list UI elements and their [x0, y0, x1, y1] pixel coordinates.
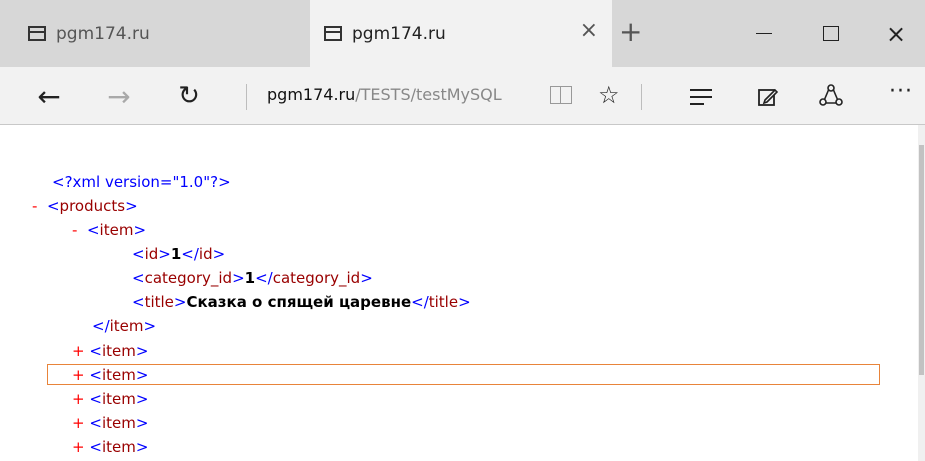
xml-item-close: </item>: [92, 317, 157, 335]
xml-field-id: <id>1</id>: [132, 245, 226, 263]
expand-marker: +: [72, 438, 85, 456]
xml-root-open: - <products>: [32, 197, 138, 215]
web-note-icon[interactable]: [757, 86, 779, 112]
tab-title: pgm174.ru: [56, 23, 150, 44]
hover-highlight: [47, 364, 880, 385]
tab-page-icon: [28, 26, 46, 41]
minimize-button[interactable]: [734, 0, 794, 67]
maximize-button[interactable]: [801, 0, 861, 67]
xml-field-category-id: <category_id>1</category_id>: [132, 269, 373, 287]
address-host: pgm174.ru: [267, 85, 356, 104]
expand-marker: +: [72, 366, 85, 384]
refresh-button[interactable]: ↻: [164, 67, 214, 125]
address-bar[interactable]: pgm174.ru/TESTS/testMySQL: [267, 85, 502, 104]
favorite-star-icon[interactable]: ☆: [598, 81, 620, 109]
expand-marker: +: [72, 390, 85, 408]
expand-marker: +: [72, 342, 85, 360]
scrollbar-thumb[interactable]: [919, 145, 924, 375]
minimize-icon: [756, 33, 772, 34]
xml-field-title: <title>Сказка о спящей царевне</title>: [132, 293, 471, 311]
new-tab-button[interactable]: +: [619, 18, 642, 46]
close-window-button[interactable]: ×: [866, 0, 925, 67]
navigation-bar: ← → ↻ pgm174.ru/TESTS/testMySQL ☆ ···: [0, 67, 925, 125]
xml-collapsed-item[interactable]: + <item>: [72, 366, 148, 385]
tab-inactive[interactable]: pgm174.ru: [0, 0, 310, 67]
xml-item-open: - <item>: [72, 221, 147, 239]
divider: [246, 84, 247, 110]
divider: [641, 84, 642, 110]
forward-button[interactable]: →: [94, 67, 144, 125]
collapse-marker[interactable]: -: [32, 197, 37, 215]
back-button[interactable]: ←: [24, 67, 74, 125]
xml-declaration: <?xml version="1.0"?>: [52, 173, 231, 191]
tab-strip: pgm174.ru pgm174.ru × + ×: [0, 0, 925, 67]
tab-title: pgm174.ru: [352, 23, 446, 44]
maximize-icon: [823, 26, 839, 41]
address-path: /TESTS/testMySQL: [355, 85, 502, 104]
close-tab-icon[interactable]: ×: [580, 20, 598, 42]
xml-collapsed-item[interactable]: + <item>: [72, 342, 148, 361]
expand-marker: +: [72, 414, 85, 432]
xml-collapsed-item[interactable]: + <item>: [72, 414, 148, 433]
reading-view-icon[interactable]: [550, 86, 572, 104]
tab-active[interactable]: pgm174.ru ×: [310, 0, 612, 67]
hub-icon[interactable]: [690, 89, 712, 110]
xml-collapsed-item[interactable]: + <item>: [72, 438, 148, 457]
tab-page-icon: [324, 26, 342, 41]
vertical-scrollbar[interactable]: [918, 125, 925, 461]
more-icon[interactable]: ···: [889, 79, 913, 104]
xml-collapsed-item[interactable]: + <item>: [72, 390, 148, 409]
collapse-marker[interactable]: -: [72, 221, 77, 239]
share-icon[interactable]: [818, 83, 844, 113]
